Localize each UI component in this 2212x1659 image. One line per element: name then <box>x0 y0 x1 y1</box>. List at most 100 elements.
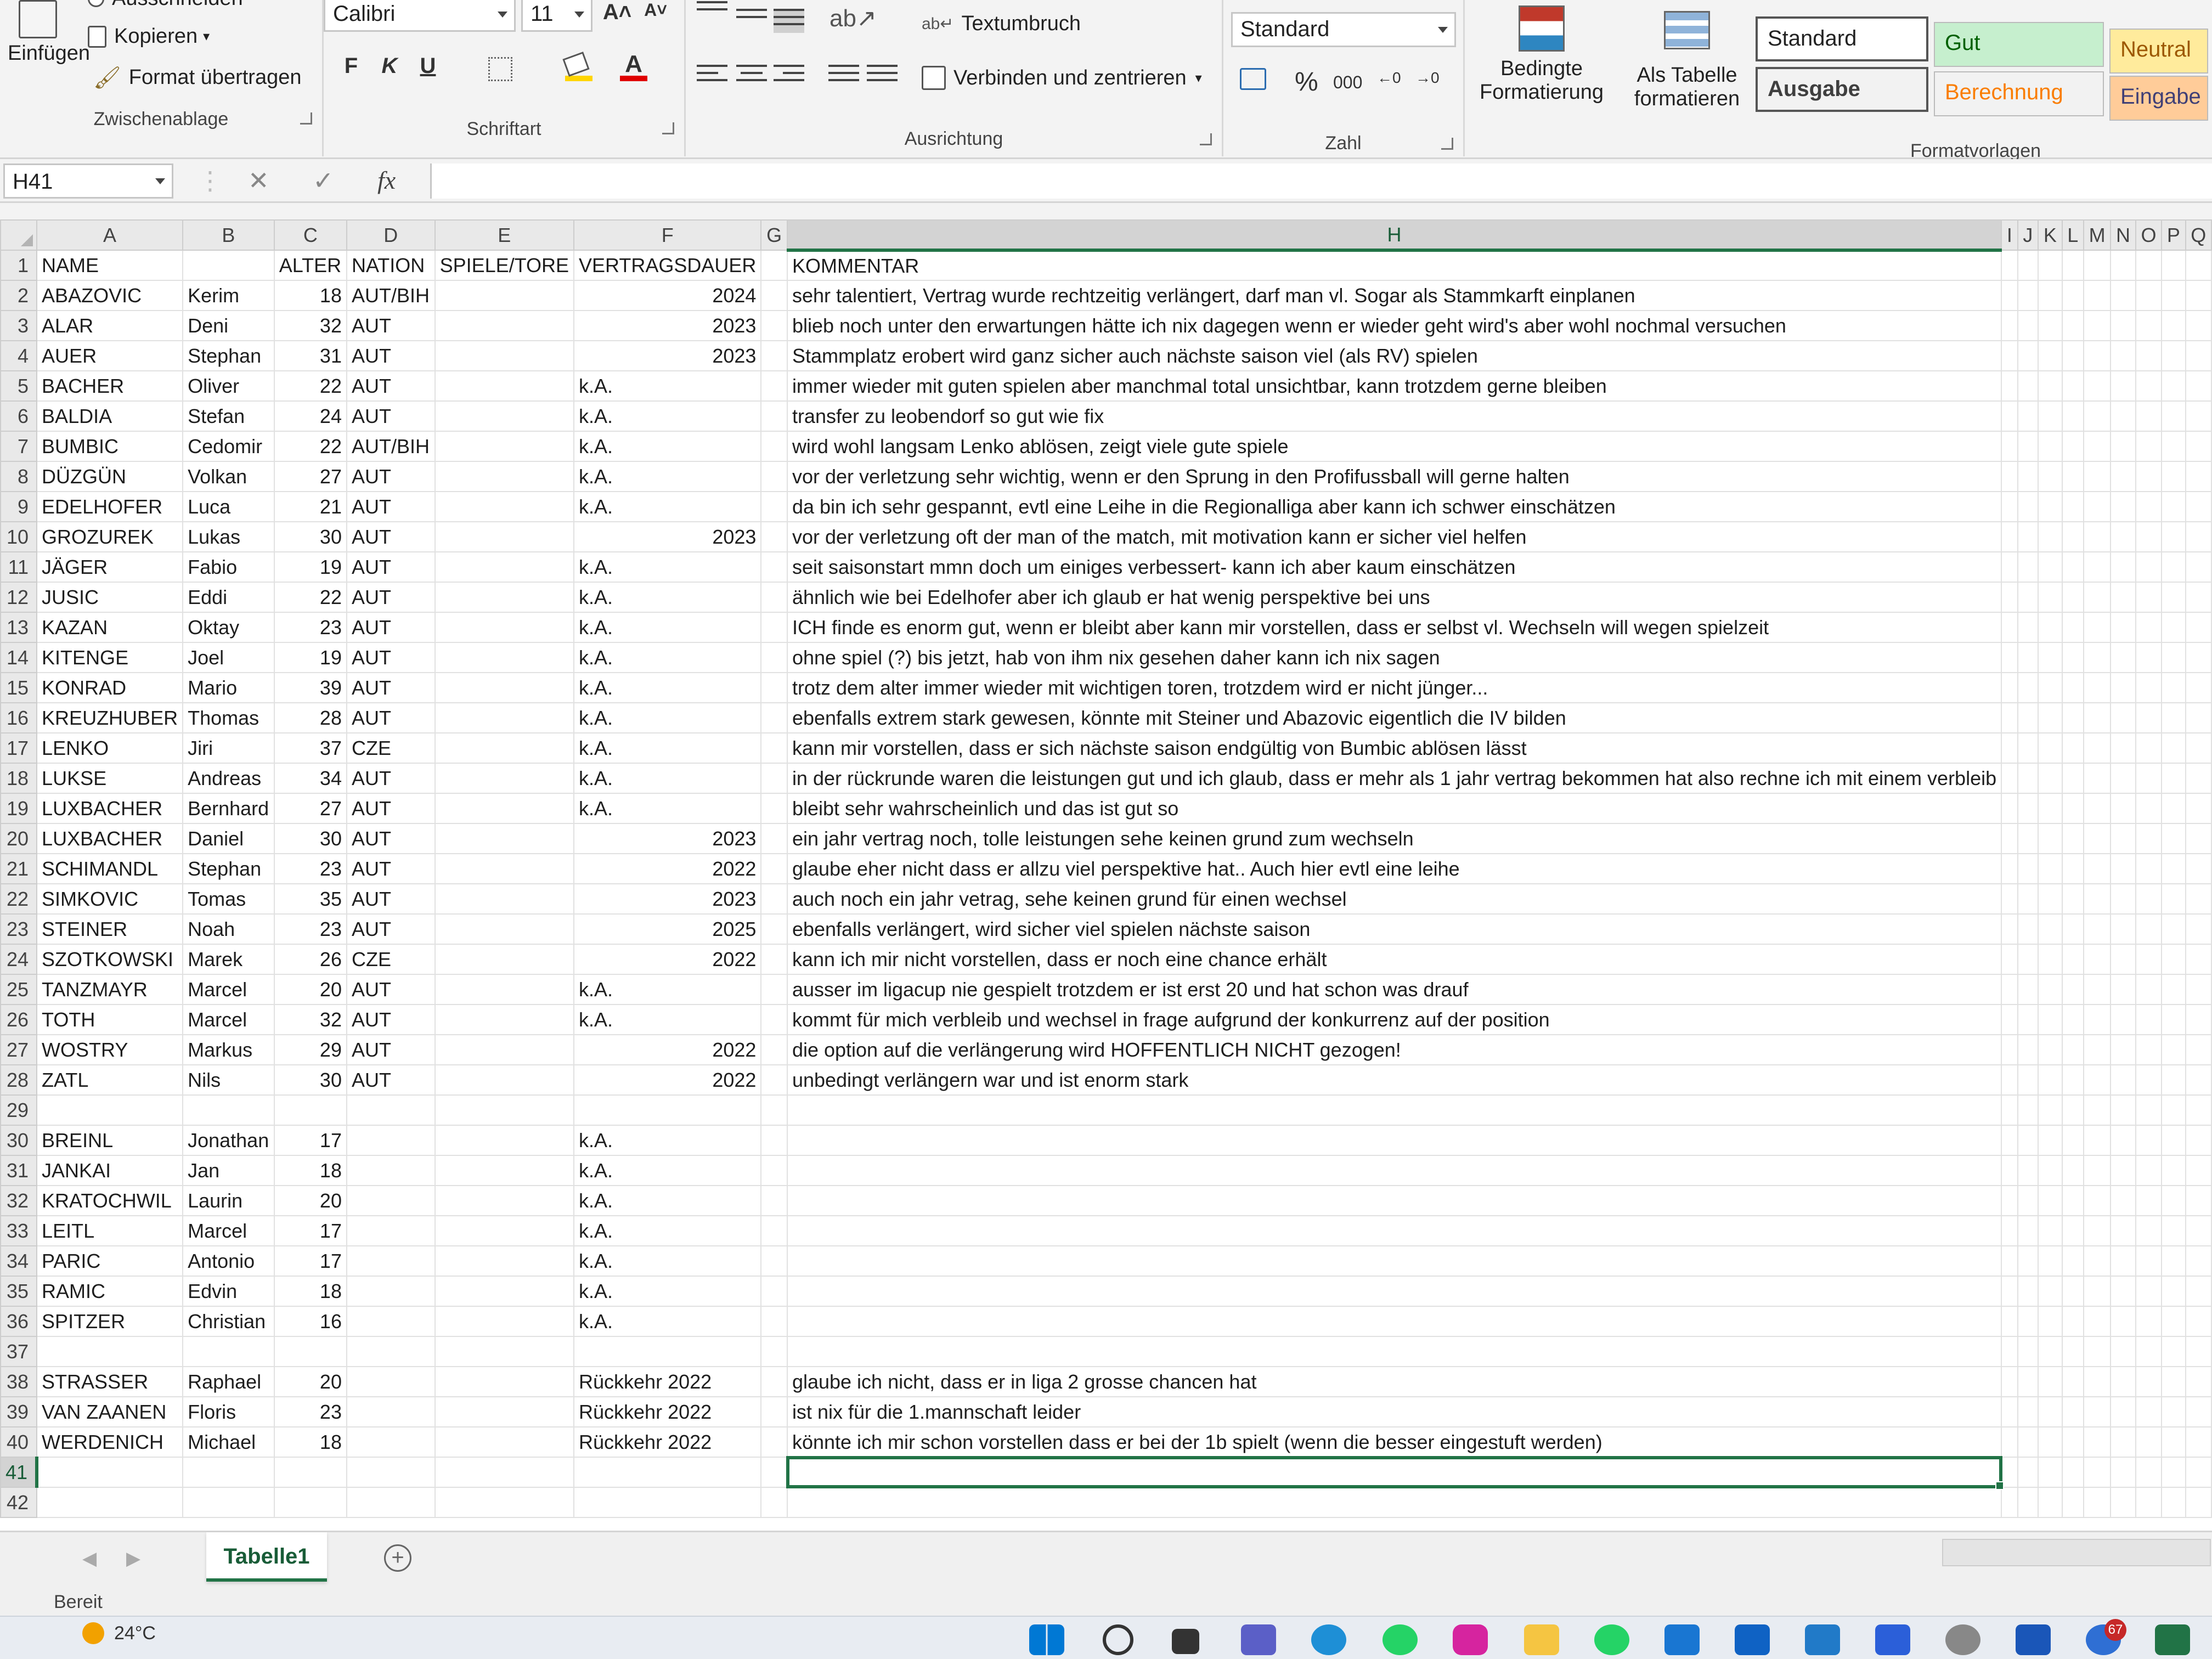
cell-g2[interactable] <box>760 280 788 311</box>
add-sheet-icon[interactable]: + <box>384 1544 411 1572</box>
cell-p4[interactable] <box>2161 340 2186 371</box>
cell-o20[interactable] <box>2135 823 2163 854</box>
cell-a19[interactable]: LUXBACHER <box>36 793 184 824</box>
cell-l34[interactable] <box>2061 1245 2085 1277</box>
cell-h25[interactable]: ausser im ligacup nie gespielt trotzdem … <box>786 974 2002 1005</box>
cell-m9[interactable] <box>2083 491 2112 522</box>
cell-c9[interactable]: 21 <box>273 491 347 522</box>
cell-i21[interactable] <box>2001 853 2018 884</box>
cell-style-1[interactable]: Gut <box>1934 22 2104 67</box>
task-view-icon[interactable] <box>1172 1629 1199 1654</box>
cell-c24[interactable]: 26 <box>273 944 347 975</box>
notifications-icon[interactable]: 67 <box>2086 1619 2126 1655</box>
row-header[interactable]: 10 <box>0 521 38 552</box>
row-header[interactable]: 8 <box>0 461 38 492</box>
cell-n41[interactable] <box>2110 1457 2136 1488</box>
cell-i11[interactable] <box>2001 551 2018 583</box>
conditional-formatting-button[interactable]: Bedingte Formatierung <box>1470 5 1613 104</box>
cell-a20[interactable]: LUXBACHER <box>36 823 184 854</box>
cell-a31[interactable]: JANKAI <box>36 1155 184 1186</box>
cell-k8[interactable] <box>2038 461 2063 492</box>
start-icon[interactable] <box>1029 1624 1064 1655</box>
cell-k41[interactable] <box>2038 1457 2063 1488</box>
cell-k4[interactable] <box>2038 340 2063 371</box>
cell-o3[interactable] <box>2135 310 2163 341</box>
cell-k37[interactable] <box>2038 1336 2063 1367</box>
cell-p41[interactable] <box>2161 1457 2186 1488</box>
cell-c26[interactable]: 32 <box>273 1004 347 1035</box>
column-header-n[interactable]: N <box>2110 219 2136 251</box>
row-header[interactable]: 42 <box>0 1487 38 1518</box>
cell-i7[interactable] <box>2001 431 2018 462</box>
format-as-table-button[interactable]: Als Tabelle formatieren <box>1621 11 1753 111</box>
cell-h41[interactable] <box>786 1456 2005 1491</box>
cell-l7[interactable] <box>2061 431 2085 462</box>
column-header-b[interactable]: B <box>182 219 275 251</box>
cell-l13[interactable] <box>2061 612 2085 643</box>
cell-a35[interactable]: RAMIC <box>36 1276 184 1307</box>
cell-a12[interactable]: JUSIC <box>36 582 184 613</box>
cell-i39[interactable] <box>2001 1396 2018 1427</box>
decrease-decimal-icon[interactable]: →0 <box>1415 69 1440 87</box>
cell-j13[interactable] <box>2017 612 2039 643</box>
cell-b20[interactable]: Daniel <box>182 823 275 854</box>
row-header[interactable]: 12 <box>0 582 38 613</box>
cell-b17[interactable]: Jiri <box>182 732 275 764</box>
cell-q21[interactable] <box>2185 853 2212 884</box>
cell-q41[interactable] <box>2185 1457 2212 1488</box>
cell-m10[interactable] <box>2083 521 2112 552</box>
cell-g29[interactable] <box>760 1094 788 1126</box>
cell-i35[interactable] <box>2001 1276 2018 1307</box>
cell-j25[interactable] <box>2017 974 2039 1005</box>
cell-p32[interactable] <box>2161 1185 2186 1216</box>
cell-e11[interactable] <box>434 551 575 583</box>
cell-o25[interactable] <box>2135 974 2163 1005</box>
sheet-tab-tabelle1[interactable]: Tabelle1 <box>206 1532 327 1582</box>
row-header[interactable]: 31 <box>0 1155 38 1186</box>
cell-c12[interactable]: 22 <box>273 582 347 613</box>
cell-o34[interactable] <box>2135 1245 2163 1277</box>
cell-p17[interactable] <box>2161 732 2186 764</box>
cell-l25[interactable] <box>2061 974 2085 1005</box>
cell-l27[interactable] <box>2061 1034 2085 1065</box>
cell-p7[interactable] <box>2161 431 2186 462</box>
cell-k42[interactable] <box>2038 1487 2063 1518</box>
cell-f19[interactable]: k.A. <box>573 793 762 824</box>
cell-l2[interactable] <box>2061 280 2085 311</box>
cell-h35[interactable] <box>786 1276 2002 1307</box>
prev-sheet-icon[interactable]: ◀ <box>82 1548 97 1570</box>
cell-a2[interactable]: ABAZOVIC <box>36 280 184 311</box>
column-header-g[interactable]: G <box>760 219 788 251</box>
cell-g18[interactable] <box>760 763 788 794</box>
cell-p42[interactable] <box>2161 1487 2186 1518</box>
cell-a5[interactable]: BACHER <box>36 370 184 402</box>
cell-f22[interactable]: 2023 <box>573 883 762 915</box>
cell-e23[interactable] <box>434 913 575 945</box>
cell-d32[interactable] <box>346 1185 436 1216</box>
cell-l10[interactable] <box>2061 521 2085 552</box>
row-header[interactable]: 33 <box>0 1215 38 1246</box>
cell-n26[interactable] <box>2110 1004 2136 1035</box>
cell-l5[interactable] <box>2061 370 2085 402</box>
cell-q38[interactable] <box>2185 1366 2212 1397</box>
cell-a25[interactable]: TANZMAYR <box>36 974 184 1005</box>
cell-a39[interactable]: VAN ZAANEN <box>36 1396 184 1427</box>
cell-a9[interactable]: EDELHOFER <box>36 491 184 522</box>
cell-d22[interactable]: AUT <box>346 883 436 915</box>
cell-h11[interactable]: seit saisonstart mmn doch um einiges ver… <box>786 551 2002 583</box>
cell-a42[interactable] <box>36 1487 184 1518</box>
cell-p29[interactable] <box>2161 1094 2186 1126</box>
cell-n9[interactable] <box>2110 491 2136 522</box>
cell-j8[interactable] <box>2017 461 2039 492</box>
fill-color-icon[interactable] <box>562 52 592 82</box>
dialog-launcher-icon[interactable] <box>1441 138 1453 150</box>
cell-e38[interactable] <box>434 1366 575 1397</box>
cell-k16[interactable] <box>2038 702 2063 733</box>
cell-i9[interactable] <box>2001 491 2018 522</box>
cell-d25[interactable]: AUT <box>346 974 436 1005</box>
cell-l3[interactable] <box>2061 310 2085 341</box>
cell-i3[interactable] <box>2001 310 2018 341</box>
cell-a28[interactable]: ZATL <box>36 1064 184 1096</box>
cell-m36[interactable] <box>2083 1306 2112 1337</box>
cell-i18[interactable] <box>2001 763 2018 794</box>
